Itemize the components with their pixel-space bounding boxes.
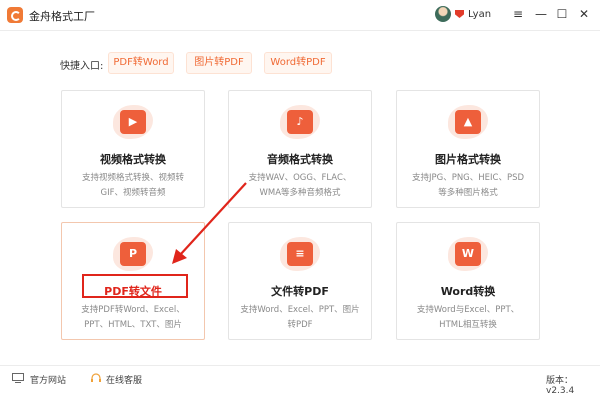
official-website-link[interactable]: 官方网站 [30, 373, 66, 386]
headset-icon [91, 373, 101, 382]
monitor-icon [12, 373, 24, 383]
online-service-link[interactable]: 在线客服 [106, 373, 142, 386]
annotation-arrow [172, 182, 247, 264]
version-label: 版本：v2.3.4 [546, 376, 575, 396]
footer-divider [0, 365, 600, 366]
arrow-shaft [179, 182, 247, 256]
